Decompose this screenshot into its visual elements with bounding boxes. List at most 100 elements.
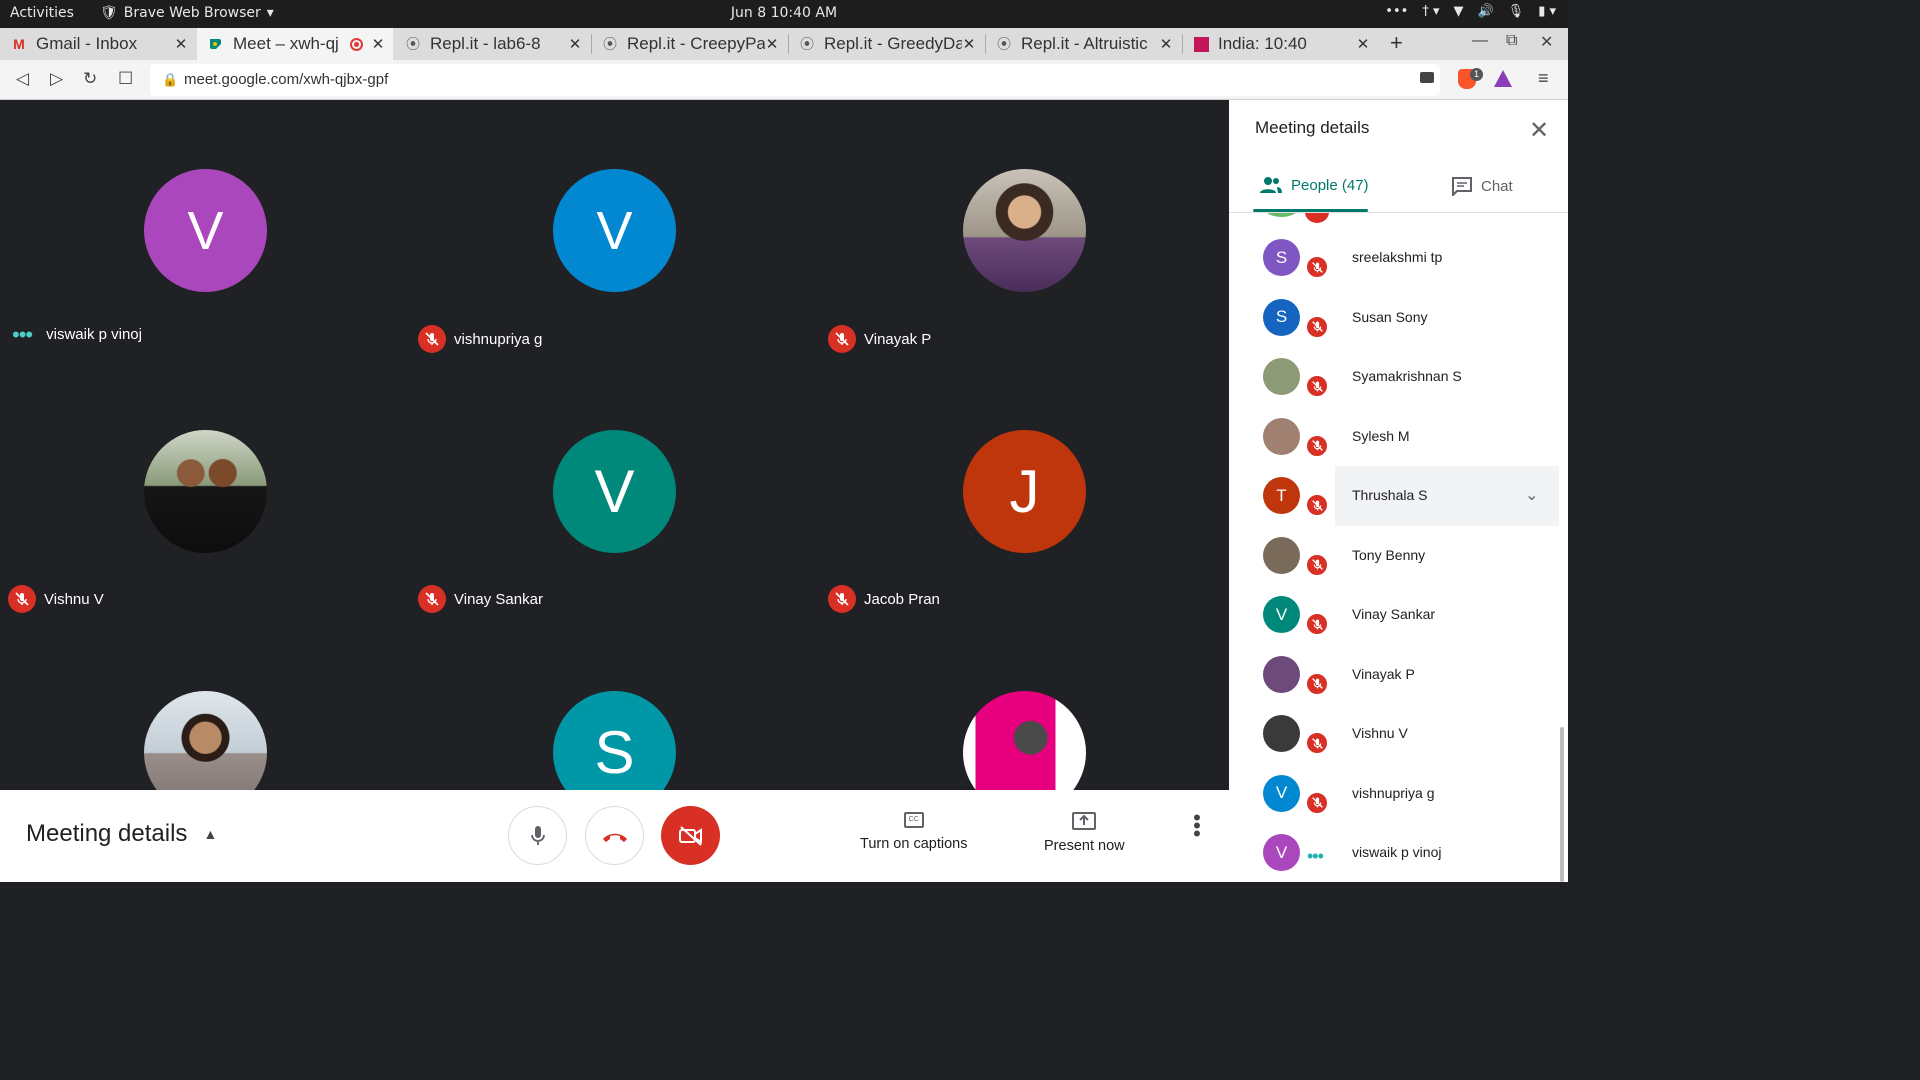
tab-replit-creepy[interactable]: ⦿ Repl.it - CreepyPa ✕ (591, 28, 787, 60)
more-options-icon[interactable]: • • • (1193, 807, 1201, 845)
camera-in-use-icon[interactable] (1420, 72, 1434, 83)
participant-tile[interactable]: Vishnu V (0, 360, 410, 620)
leave-call-button[interactable] (585, 806, 644, 865)
participant-tile[interactable]: J Jacob Pran (820, 360, 1229, 620)
tab-label: Repl.it - GreedyDa (824, 34, 962, 53)
avatar: V (1263, 774, 1300, 812)
participant-name: Sylesh M (1352, 427, 1410, 444)
close-window-icon[interactable]: ✕ (1540, 32, 1553, 52)
close-tab-icon[interactable]: ✕ (962, 35, 976, 53)
close-tab-icon[interactable]: ✕ (174, 35, 188, 53)
tab-label: Meet – xwh-qj (233, 34, 339, 53)
name-label: viswaik p vinoj (46, 326, 142, 343)
participant-tile[interactable]: Vinayak P (820, 100, 1229, 360)
tab-gmail[interactable]: M Gmail - Inbox ✕ (0, 28, 196, 60)
avatar: S (1263, 239, 1300, 276)
participant-name: Syamakrishnan S (1352, 368, 1462, 384)
wifi-icon[interactable]: ▼ (1453, 4, 1463, 19)
participant-name: ••• viswaik p vinoj (0, 321, 142, 347)
speaking-indicator-icon: ••• (1307, 846, 1324, 866)
participant-tile[interactable]: V Vinay Sankar (410, 360, 820, 620)
mic-off-icon (1305, 493, 1329, 517)
back-icon[interactable]: ◁ (16, 69, 29, 89)
microphone-icon (530, 825, 545, 845)
reload-icon[interactable]: ↻ (83, 69, 97, 89)
volume-icon[interactable]: 🔊 (1477, 4, 1493, 19)
avatar-photo (1263, 536, 1300, 574)
system-tray[interactable]: ••• † ▾ ▼ 🔊 🎙 ▮ ▾ (1385, 4, 1556, 19)
clock[interactable]: Jun 8 10:40 AM (0, 5, 1568, 21)
participant-tile[interactable]: S (410, 620, 820, 790)
tab-india-time[interactable]: India: 10:40 ✕ (1182, 28, 1378, 60)
list-item-partial (1263, 213, 1300, 217)
mic-off-icon (1305, 314, 1329, 339)
replit-icon: ⦿ (603, 36, 617, 52)
restore-icon[interactable]: ⧉ (1506, 32, 1517, 50)
mic-off-icon (1305, 671, 1329, 696)
microphone-button[interactable] (508, 806, 567, 865)
name-label: Vishnu V (44, 590, 104, 608)
avatar: S (1263, 298, 1300, 336)
brave-rewards-icon[interactable] (1494, 70, 1512, 87)
forward-icon[interactable]: ▷ (50, 69, 63, 89)
participant-name: Vishnu V (8, 585, 104, 613)
close-tab-icon[interactable]: ✕ (1356, 35, 1370, 53)
tab-people[interactable]: People (47) (1259, 176, 1369, 194)
lock-icon[interactable]: 🔒 (162, 72, 178, 88)
new-tab-icon[interactable]: + (1390, 30, 1403, 56)
tab-replit-lab6[interactable]: ⦿ Repl.it - lab6-8 ✕ (394, 28, 590, 60)
close-icon[interactable]: ✕ (1529, 116, 1549, 145)
replit-icon: ⦿ (406, 36, 420, 52)
participant-name: Tony Benny (1352, 546, 1426, 563)
name-label: vishnupriya g (454, 330, 543, 348)
minimize-icon[interactable]: — (1472, 32, 1488, 50)
participant-name: Jacob Pran (828, 585, 940, 613)
tab-replit-greedy[interactable]: ⦿ Repl.it - GreedyDa ✕ (788, 28, 984, 60)
bookmark-icon[interactable]: ☐ (118, 69, 133, 89)
chevron-up-icon: ▲ (203, 826, 218, 842)
chevron-down-icon[interactable]: ⌄ (1525, 485, 1538, 505)
meeting-details-label: Meeting details (26, 820, 188, 847)
avatar-photo (144, 691, 267, 790)
participant-tile[interactable]: V ••• viswaik p vinoj (0, 100, 410, 360)
participant-tile[interactable] (820, 620, 1229, 790)
camera-off-button[interactable] (661, 806, 720, 865)
tab-chat[interactable]: Chat (1451, 176, 1513, 196)
meeting-details-toggle[interactable]: Meeting details ▲ (26, 820, 217, 848)
close-tab-icon[interactable]: ✕ (765, 35, 779, 53)
mic-off-icon (1305, 374, 1329, 398)
close-tab-icon[interactable]: ✕ (568, 35, 582, 53)
participant-name: Vinayak P (828, 325, 931, 353)
present-now-button[interactable]: Present now (1044, 812, 1125, 854)
participant-tile[interactable]: V vishnupriya g (410, 100, 820, 360)
tab-meet[interactable]: Meet – xwh-qj ✕ (197, 28, 393, 60)
battery-icon[interactable]: ▮ ▾ (1538, 4, 1556, 19)
name-label: Vinay Sankar (454, 590, 543, 608)
captions-button[interactable]: CC Turn on captions (860, 812, 967, 852)
avatar: S (553, 691, 676, 790)
url-text[interactable]: meet.google.com/xwh-qjbx-gpf (184, 71, 388, 88)
participant-name: vishnupriya g (418, 325, 542, 353)
participant-list[interactable]: Ssreelakshmi tp S Susan Sony Syamakrishnan … (1229, 213, 1568, 882)
captions-label: Turn on captions (860, 836, 968, 852)
avatar: V (553, 430, 676, 553)
participant-name: Thrushala S (1352, 487, 1428, 503)
close-tab-icon[interactable]: ✕ (371, 35, 385, 53)
panel-scrollbar[interactable] (1560, 727, 1564, 882)
avatar: V (553, 169, 676, 292)
mic-off-icon (418, 325, 446, 353)
close-tab-icon[interactable]: ✕ (1159, 35, 1173, 53)
browser-menu-icon[interactable]: ≡ (1538, 68, 1549, 89)
url-bar[interactable]: 🔒 meet.google.com/xwh-qjbx-gpf (150, 64, 1440, 96)
participant-tile[interactable] (0, 620, 410, 790)
tab-replit-altruistic[interactable]: ⦿ Repl.it - Altruistic ✕ (985, 28, 1181, 60)
speaking-indicator-icon: ••• (12, 321, 33, 347)
clock-site-icon (1192, 35, 1210, 53)
microphone-icon[interactable]: 🎙 (1508, 4, 1525, 19)
meet-icon (207, 35, 225, 53)
accessibility-icon[interactable]: † ▾ (1422, 4, 1439, 19)
avatar-photo (144, 430, 267, 553)
avatar-photo (963, 169, 1086, 292)
more-icon[interactable]: ••• (1385, 4, 1408, 19)
system-top-bar: Activities 🛡 Brave Web Browser ▾ Jun 8 1… (0, 0, 1568, 28)
